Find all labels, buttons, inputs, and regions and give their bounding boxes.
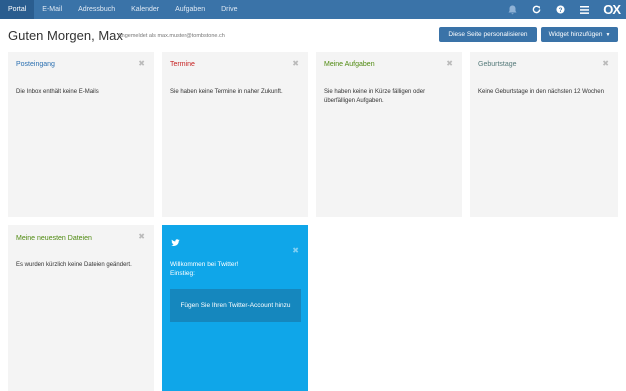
widget-tasks: Meine Aufgaben ✖ Sie haben keine in Kürz…: [316, 52, 462, 217]
twitter-welcome: Willkommen bei Twitter! Einstieg:: [170, 261, 239, 278]
widget-recent-files-title[interactable]: Meine neuesten Dateien: [16, 235, 92, 242]
widget-tasks-body: Sie haben keine in Kürze fälligen oder ü…: [324, 89, 426, 104]
tab-calendar-label: Kalender: [131, 6, 160, 13]
widget-birthdays-title[interactable]: Geburtstage: [478, 61, 517, 68]
tab-drive[interactable]: Drive: [213, 0, 245, 19]
widget-recent-files: Meine neuesten Dateien ✖ Es wurden kürzl…: [8, 225, 154, 391]
tab-addressbook-label: Adressbuch: [78, 6, 116, 13]
add-twitter-account-button[interactable]: Fügen Sie Ihren Twitter-Account hinzu: [170, 289, 301, 322]
add-widget-label: Widget hinzufügen: [548, 31, 603, 38]
svg-text:?: ?: [558, 7, 562, 14]
caret-down-icon: ▼: [605, 31, 611, 38]
widget-birthdays-body: Keine Geburtstage in den nächsten 12 Woc…: [478, 89, 604, 95]
twitter-welcome-line: Willkommen bei Twitter!: [170, 261, 239, 268]
tab-tasks[interactable]: Aufgaben: [167, 0, 213, 19]
widget-recent-files-body: Es wurden kürzlich keine Dateien geänder…: [16, 262, 132, 268]
topbar-actions: ? OX: [507, 0, 621, 19]
widget-tasks-title[interactable]: Meine Aufgaben: [324, 61, 375, 68]
page-title: Guten Morgen, Max: [8, 28, 123, 43]
help-icon[interactable]: ?: [555, 5, 565, 15]
widget-appointments-title[interactable]: Termine: [170, 61, 195, 68]
close-icon[interactable]: ✖: [446, 59, 453, 68]
widget-appointments: Termine ✖ Sie haben keine Termine in nah…: [162, 52, 308, 217]
refresh-icon[interactable]: [531, 5, 541, 15]
widget-twitter: ✖ Willkommen bei Twitter! Einstieg: Füge…: [162, 225, 308, 391]
bell-icon[interactable]: [507, 5, 517, 15]
close-icon[interactable]: ✖: [602, 59, 609, 68]
personalize-page-label: Diese Seite personalisieren: [448, 31, 528, 38]
tab-portal-label: Portal: [8, 6, 27, 13]
twitter-intro-line: Einstieg:: [170, 269, 195, 277]
add-widget-button[interactable]: Widget hinzufügen ▼: [541, 27, 618, 42]
widget-birthdays: Geburtstage ✖ Keine Geburtstage in den n…: [470, 52, 618, 217]
widget-appointments-body: Sie haben keine Termine in naher Zukunft…: [170, 89, 283, 95]
tab-tasks-label: Aufgaben: [175, 6, 206, 13]
personalize-page-button[interactable]: Diese Seite personalisieren: [439, 27, 537, 42]
tab-calendar[interactable]: Kalender: [123, 0, 167, 19]
close-icon[interactable]: ✖: [292, 246, 299, 255]
widget-inbox: Posteingang ✖ Die Inbox enthält keine E-…: [8, 52, 154, 217]
tab-email-label: E-Mail: [42, 6, 63, 13]
tab-addressbook[interactable]: Adressbuch: [70, 0, 123, 19]
close-icon[interactable]: ✖: [292, 59, 299, 68]
twitter-bird-icon: [171, 234, 180, 246]
menu-icon[interactable]: [579, 5, 589, 15]
tab-portal[interactable]: Portal: [0, 0, 35, 19]
ox-logo: OX: [603, 2, 621, 17]
signed-in-info: Angemeldet als max.muster@tombstone.ch: [118, 33, 225, 39]
widget-inbox-title[interactable]: Posteingang: [16, 61, 55, 68]
widget-inbox-body: Die Inbox enthält keine E-Mails: [16, 89, 99, 95]
top-navigation-bar: Portal E-Mail Adressbuch Kalender Aufgab…: [0, 0, 626, 19]
close-icon[interactable]: ✖: [138, 232, 145, 241]
close-icon[interactable]: ✖: [138, 59, 145, 68]
tab-drive-label: Drive: [221, 6, 238, 13]
tab-email[interactable]: E-Mail: [34, 0, 70, 19]
